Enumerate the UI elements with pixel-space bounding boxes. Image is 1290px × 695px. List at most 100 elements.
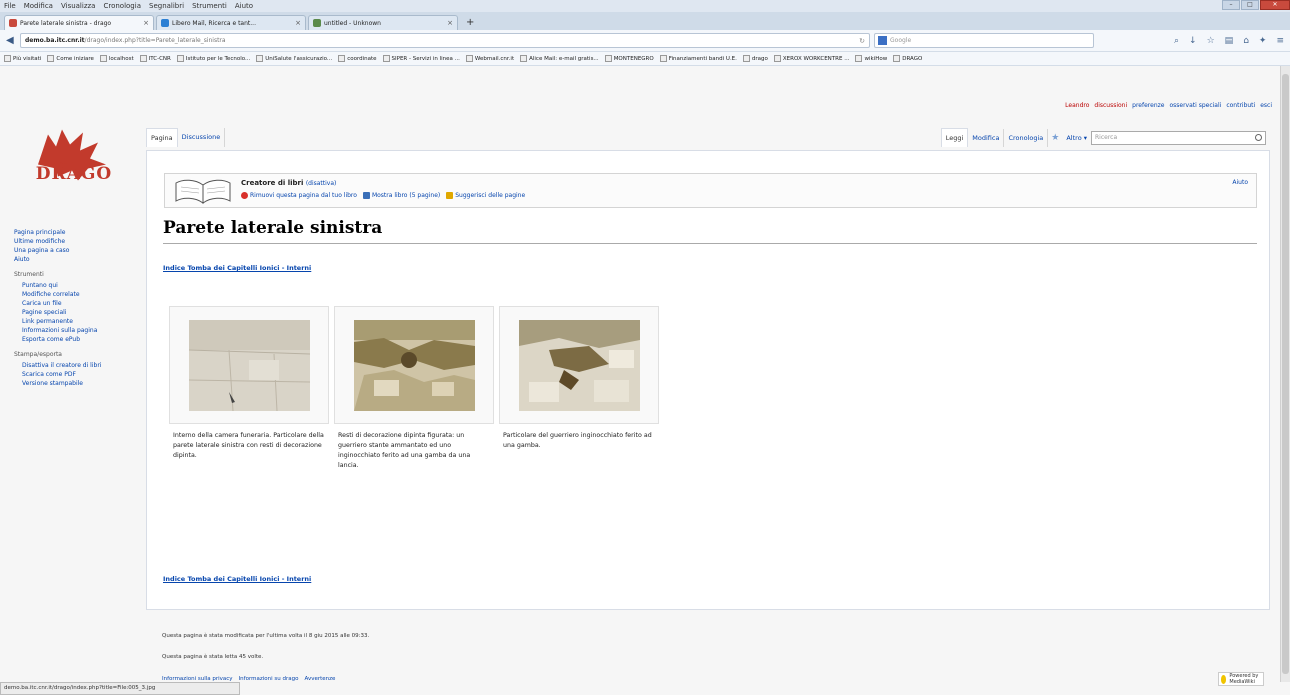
browser-tab-libero[interactable]: Libero Mail, Ricerca e tant... × — [156, 15, 306, 30]
personal-preferenze-link[interactable]: preferenze — [1132, 102, 1164, 109]
gallery-thumb[interactable] — [169, 306, 329, 424]
sidebar-item-export-epub[interactable]: Esporta come ePub — [22, 335, 134, 344]
library-icon[interactable]: ▤ — [1225, 36, 1234, 46]
bookmark-item[interactable]: Più visitati — [4, 55, 41, 62]
sidebar-item-related-changes[interactable]: Modifiche correlate — [22, 290, 134, 299]
personal-discussioni-link[interactable]: discussioni — [1094, 102, 1127, 109]
menu-segnalibri[interactable]: Segnalibri — [149, 2, 184, 10]
sidebar-item-disable-book-creator[interactable]: Disattiva il creatore di libri — [22, 361, 134, 370]
download-icon[interactable]: ↓ — [1189, 36, 1197, 46]
bookmark-item[interactable]: Istituto per le Tecnolo... — [176, 55, 251, 62]
bookmark-item[interactable]: coordinate — [338, 55, 377, 62]
bookmark-label: Finanziamenti bandi U.E. — [668, 55, 737, 62]
sidebar-item-random-page[interactable]: Una pagina a caso — [14, 246, 134, 255]
sidebar-item-printable-version[interactable]: Versione stampabile — [22, 379, 134, 388]
close-tab-icon[interactable]: × — [295, 19, 301, 27]
menu-file[interactable]: File — [4, 2, 16, 10]
extension-icon[interactable]: ✦ — [1259, 36, 1267, 46]
gallery-thumb[interactable] — [499, 306, 659, 424]
sidebar-item-main-page[interactable]: Pagina principale — [14, 228, 134, 237]
sidebar-item-recent-changes[interactable]: Ultime modifiche — [14, 237, 134, 246]
bookmark-icon — [139, 55, 147, 62]
user-page-link[interactable]: Leandro — [1065, 102, 1089, 109]
bookmark-icon — [855, 55, 863, 62]
chamber-wall-photo[interactable] — [188, 319, 310, 411]
show-book-link[interactable]: Mostra libro (5 pagine) — [362, 192, 440, 199]
close-tab-icon[interactable]: × — [447, 19, 453, 27]
bookmark-item[interactable]: MONTENEGRO — [604, 55, 654, 62]
scrollbar-thumb[interactable] — [1282, 74, 1289, 674]
minimize-button[interactable]: – — [1222, 0, 1240, 10]
bookmark-item[interactable]: wikiHow — [855, 55, 887, 62]
sidebar-item-help[interactable]: Aiuto — [14, 255, 134, 264]
browser-tab-drago[interactable]: Parete laterale sinistra - drago × — [4, 15, 154, 30]
sidebar-item-what-links-here[interactable]: Puntano qui — [22, 281, 134, 290]
painted-decoration-photo[interactable] — [353, 319, 475, 411]
book-creator-deactivate-link[interactable]: (disattiva) — [306, 180, 337, 187]
bookmark-item[interactable]: localhost — [99, 55, 134, 62]
remove-label: Rimuovi questa pagina dal tuo libro — [250, 192, 357, 199]
bookmark-item[interactable]: Come iniziare — [47, 55, 94, 62]
menu-strumenti[interactable]: Strumenti — [192, 2, 227, 10]
bookmark-item[interactable]: Finanziamenti bandi U.E. — [659, 55, 737, 62]
search-icon[interactable] — [1255, 134, 1262, 141]
tab-cronologia[interactable]: Cronologia — [1004, 128, 1049, 147]
book-creator-help-link[interactable]: Aiuto — [1232, 179, 1248, 186]
bookmark-star-icon[interactable]: ☆ — [1207, 36, 1215, 46]
kneeling-warrior-photo[interactable] — [518, 319, 640, 411]
index-link-top[interactable]: Indice Tomba dei Capitelli Ionici - Inte… — [163, 264, 311, 272]
bookmark-item[interactable]: Alice Mail: e-mail gratis... — [520, 55, 599, 62]
personal-osservati-link[interactable]: osservati speciali — [1169, 102, 1221, 109]
remove-from-book-link[interactable]: Rimuovi questa pagina dal tuo libro — [241, 192, 357, 199]
index-link-bottom[interactable]: Indice Tomba dei Capitelli Ionici - Inte… — [163, 575, 311, 583]
tab-discussione[interactable]: Discussione — [178, 128, 226, 147]
tab-pagina[interactable]: Pagina — [146, 128, 178, 147]
maximize-button[interactable]: □ — [1241, 0, 1259, 10]
personal-esci-link[interactable]: esci — [1260, 102, 1272, 109]
sidebar-item-download-pdf[interactable]: Scarica come PDF — [22, 370, 134, 379]
bookmark-item[interactable]: UniSalute l'assicurazio... — [256, 55, 332, 62]
bookmark-item[interactable]: Webmail.cnr.it — [465, 55, 514, 62]
book-icon — [362, 192, 370, 199]
footer-disclaimer-link[interactable]: Avvertenze — [305, 676, 336, 682]
home-icon[interactable]: ⌂ — [1243, 36, 1249, 46]
powered-by-mediawiki-badge[interactable]: Powered by MediaWiki — [1218, 672, 1264, 686]
close-window-button[interactable]: ✕ — [1260, 0, 1290, 10]
footer-about-link[interactable]: Informazioni su drago — [239, 676, 299, 682]
page-scrollbar[interactable] — [1280, 66, 1290, 682]
browser-tab-untitled[interactable]: untitled - Unknown × — [308, 15, 458, 30]
bookmark-item[interactable]: ITC-CNR — [139, 55, 171, 62]
browser-search-box[interactable]: Google — [874, 33, 1094, 48]
back-arrow-icon[interactable]: ◀ — [6, 35, 20, 46]
browser-toolbar-icons: ⌕ ↓ ☆ ▤ ⌂ ✦ ≡ — [1174, 36, 1284, 46]
sidebar-item-page-info[interactable]: Informazioni sulla pagina — [22, 326, 134, 335]
sidebar-item-upload-file[interactable]: Carica un file — [22, 299, 134, 308]
sidebar-item-permanent-link[interactable]: Link permanente — [22, 317, 134, 326]
personal-contributi-link[interactable]: contributi — [1226, 102, 1255, 109]
close-tab-icon[interactable]: × — [143, 19, 149, 27]
bookmark-item[interactable]: XEROX WORKCENTRE ... — [773, 55, 849, 62]
menu-icon[interactable]: ≡ — [1276, 36, 1284, 46]
bookmark-label: Istituto per le Tecnolo... — [185, 55, 251, 62]
search-icon[interactable]: ⌕ — [1174, 36, 1179, 46]
suggest-pages-link[interactable]: Suggerisci delle pagine — [446, 192, 525, 199]
bookmark-item[interactable]: drago — [742, 55, 768, 62]
menu-aiuto[interactable]: Aiuto — [235, 2, 253, 10]
watch-star-icon[interactable]: ★ — [1048, 133, 1062, 143]
bookmark-item[interactable]: SIPER - Servizi in linea ... — [382, 55, 460, 62]
drago-logo[interactable] — [28, 102, 118, 207]
bookmark-item[interactable]: DRAGO — [893, 55, 922, 62]
tab-label: Libero Mail, Ricerca e tant... — [172, 19, 256, 27]
sidebar-item-special-pages[interactable]: Pagine speciali — [22, 308, 134, 317]
menu-visualizza[interactable]: Visualizza — [61, 2, 95, 10]
gallery-thumb[interactable] — [334, 306, 494, 424]
menu-modifica[interactable]: Modifica — [24, 2, 53, 10]
more-actions-dropdown[interactable]: Altro ▾ — [1062, 134, 1091, 142]
menu-cronologia[interactable]: Cronologia — [103, 2, 141, 10]
reload-icon[interactable]: ↻ — [859, 37, 865, 45]
wiki-search-input[interactable]: Ricerca — [1091, 130, 1266, 145]
tab-modifica[interactable]: Modifica — [968, 128, 1005, 147]
new-tab-button[interactable]: + — [460, 15, 480, 30]
tab-leggi[interactable]: Leggi — [940, 128, 969, 147]
address-bar[interactable]: demo.ba.itc.cnr.it /drago/index.php?titl… — [20, 33, 870, 48]
